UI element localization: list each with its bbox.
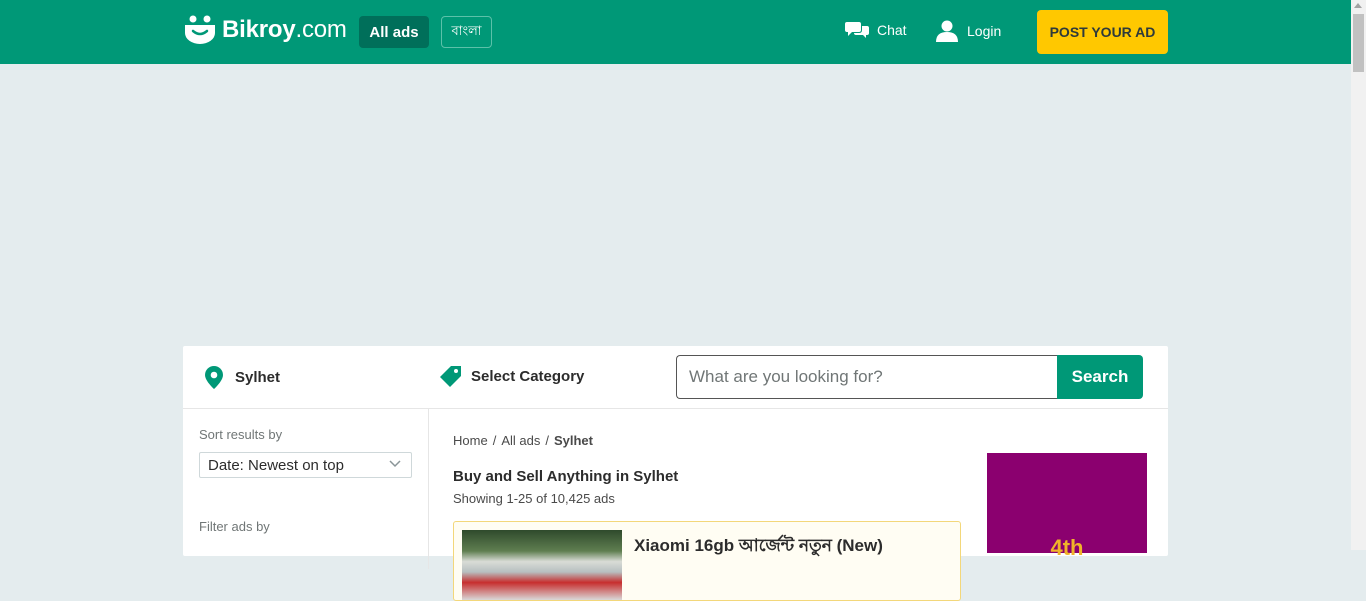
sort-label: Sort results by [199,427,283,442]
sort-select[interactable]: Date: Newest on top [199,452,412,478]
breadcrumb-current: Sylhet [553,433,593,448]
search-input[interactable] [676,355,1057,399]
top-navigation-bar: Bikroy.com All ads বাংলা Chat Login POST… [0,0,1351,64]
page-scrollbar[interactable] [1351,0,1366,550]
chat-bubbles-icon [845,22,869,38]
promo-banner[interactable]: 4th [987,453,1147,560]
chevron-down-icon [389,460,401,468]
login-link[interactable]: Login [936,20,1001,42]
filter-label: Filter ads by [199,519,270,534]
promo-banner-text: 4th [1050,535,1084,560]
site-logo[interactable]: Bikroy.com [184,15,347,45]
category-label: Select Category [471,368,585,385]
location-label: Sylhet [235,369,281,386]
post-your-ad-button[interactable]: POST YOUR AD [1037,10,1168,54]
page-title: Buy and Sell Anything in Sylhet [453,468,679,485]
search-button[interactable]: Search [1057,355,1143,399]
sort-selected-value: Date: Newest on top [208,457,344,474]
breadcrumb-all-ads[interactable]: All ads [501,433,540,448]
ad-title[interactable]: Xiaomi 16gb আর্জেন্ট নতুন (New) [634,533,883,561]
chat-link[interactable]: Chat [845,20,907,40]
location-selector[interactable]: Sylhet [205,366,280,389]
smiley-bag-icon [185,15,215,44]
login-label: Login [967,23,1002,39]
all-ads-button[interactable]: All ads [359,16,429,48]
results-count: Showing 1-25 of 10,425 ads [453,491,615,506]
scroll-up-arrow-icon[interactable] [1354,3,1362,8]
scrollbar-thumb[interactable] [1353,14,1364,72]
category-selector[interactable]: Select Category [440,366,584,387]
language-toggle-button[interactable]: বাংলা [441,16,492,48]
tag-icon [440,366,461,387]
location-pin-icon [205,366,223,389]
search-bar-row: Sylhet Select Category Search [183,346,1168,409]
user-icon [936,20,958,42]
ad-thumbnail-image[interactable] [462,530,622,600]
logo-wordmark: Bikroy.com [222,16,347,43]
chat-label: Chat [877,22,907,38]
ad-listing-card[interactable]: Xiaomi 16gb আর্জেন্ট নতুন (New) [453,521,961,601]
breadcrumb-home[interactable]: Home [453,433,488,448]
sidebar-filters: Sort results by Date: Newest on top Filt… [183,409,429,569]
breadcrumb: Home / All ads / Sylhet [453,433,593,448]
